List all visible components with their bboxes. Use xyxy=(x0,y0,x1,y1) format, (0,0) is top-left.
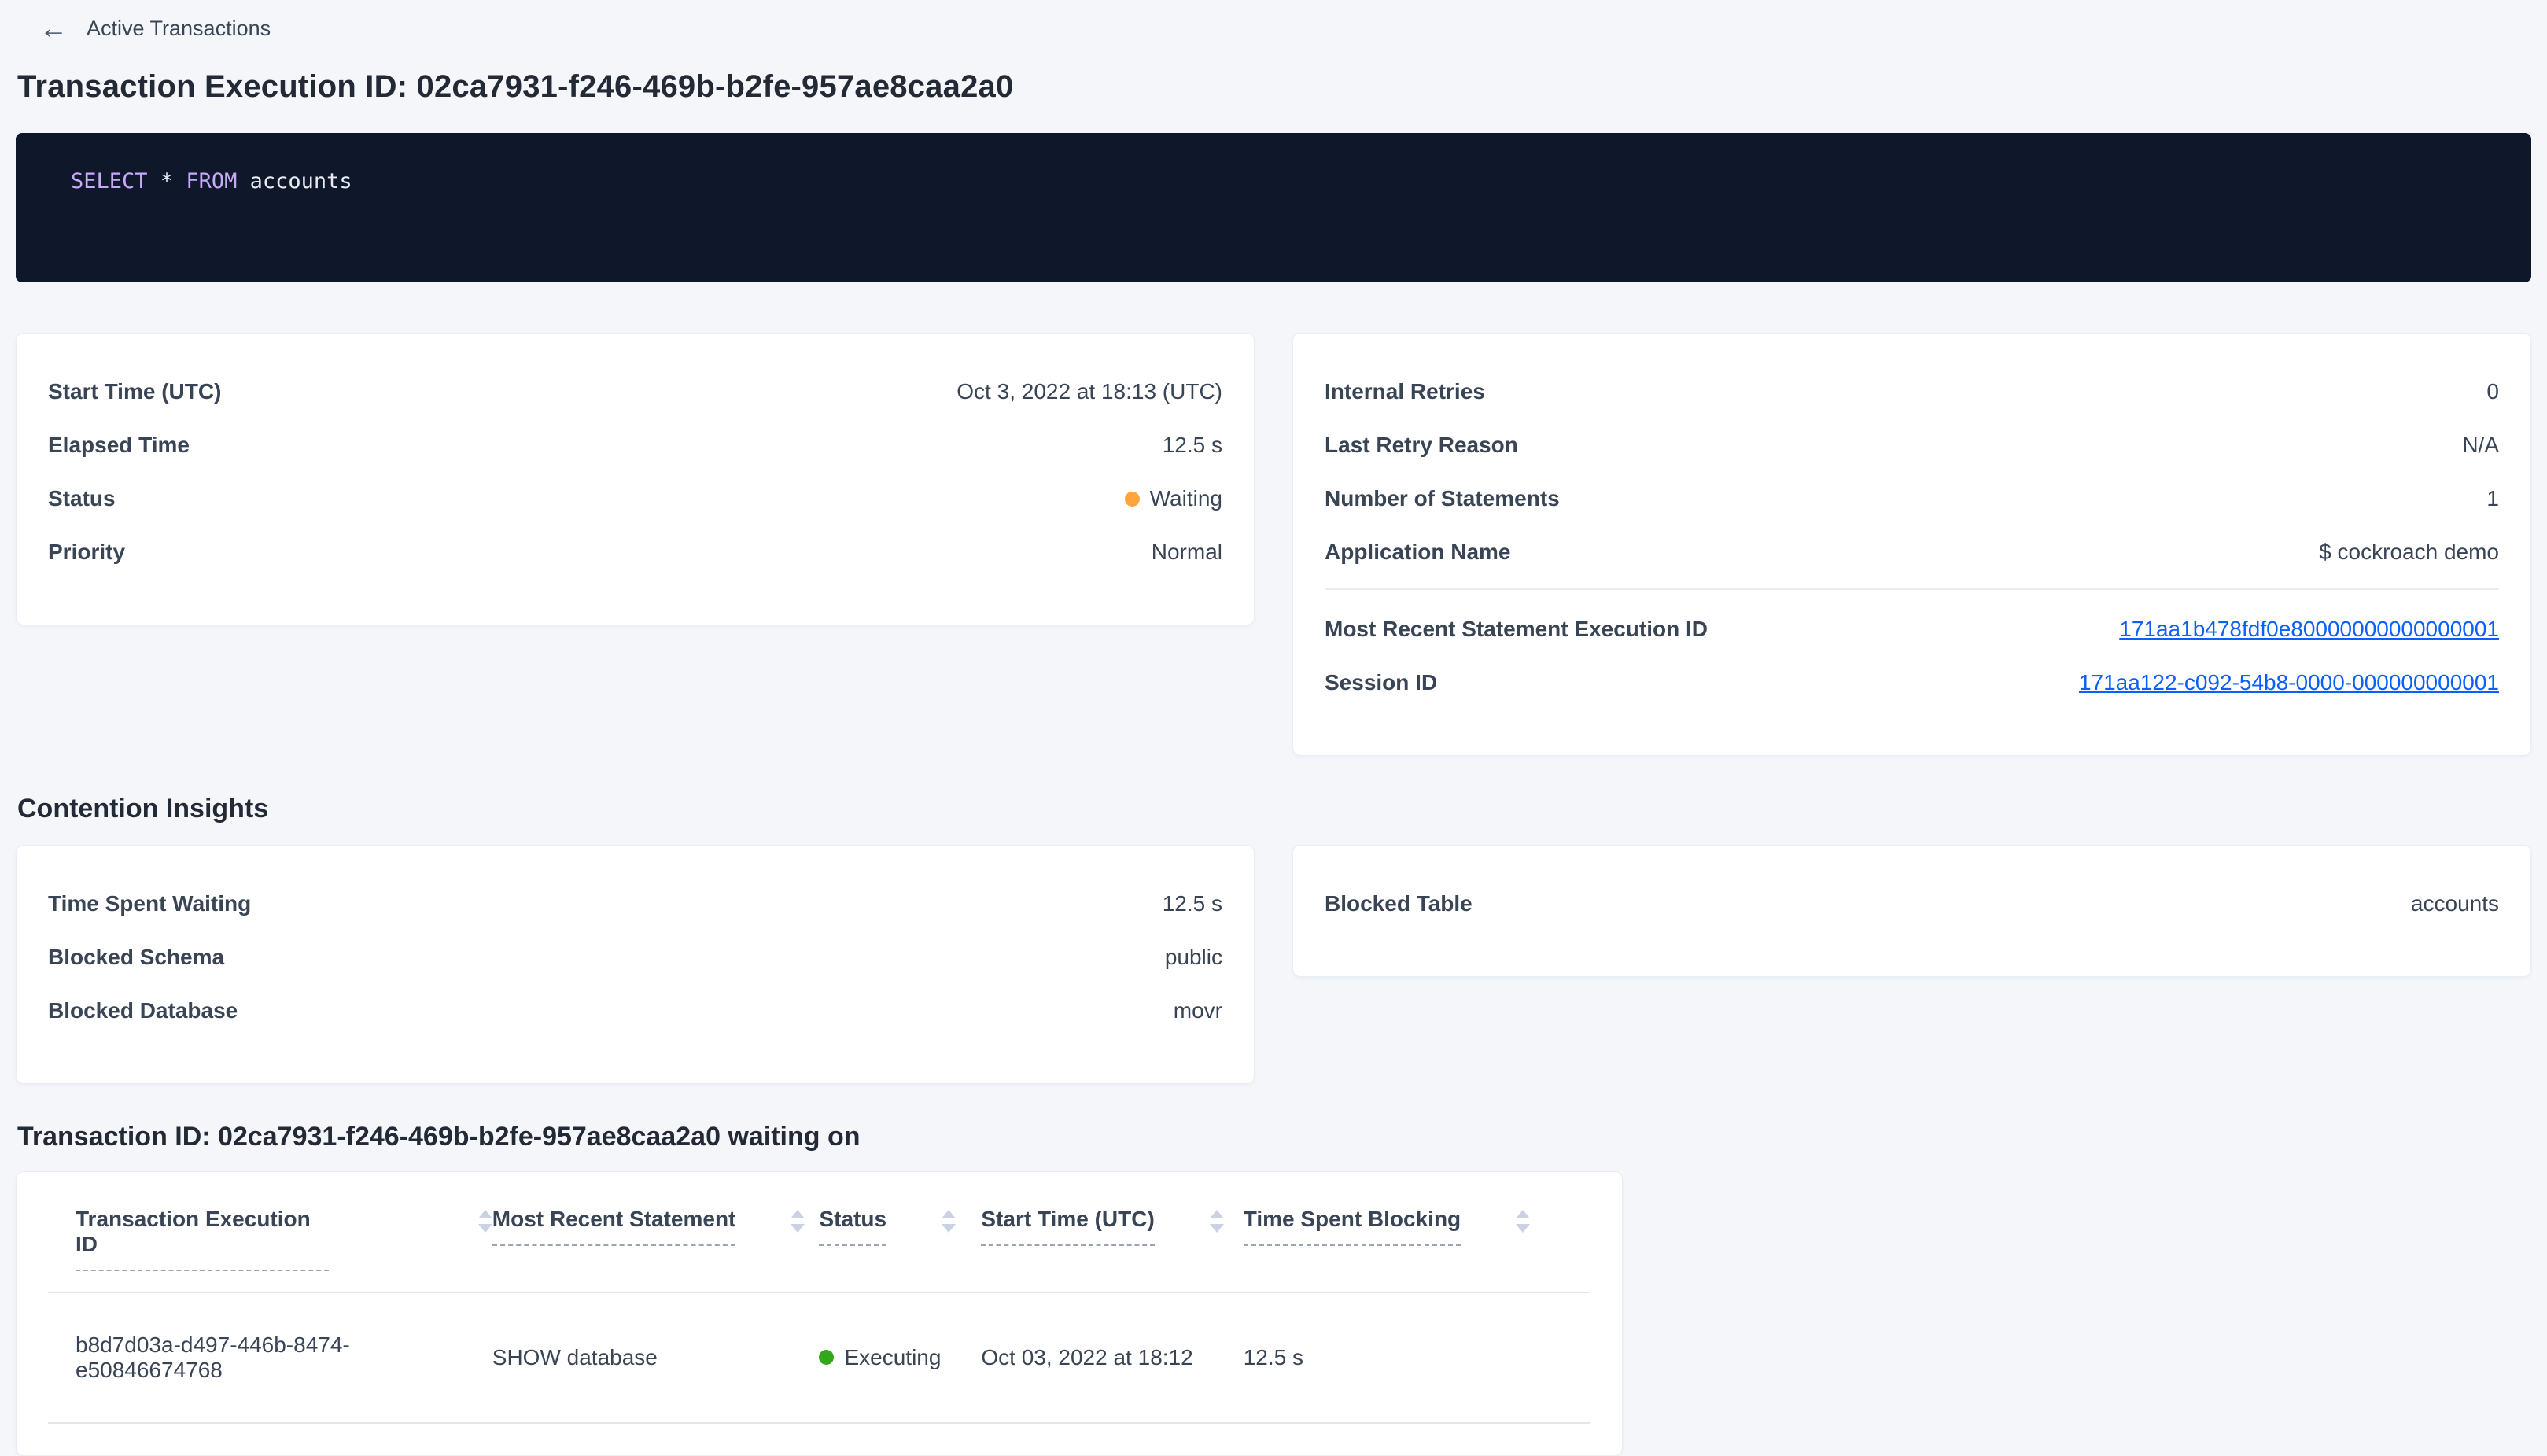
detail-row-status: Status Waiting xyxy=(48,472,1222,525)
detail-value: Normal xyxy=(1152,540,1222,565)
session-id-link[interactable]: 171aa122-c092-54b8-0000-000000000001 xyxy=(2079,670,2499,695)
detail-value: 0 xyxy=(2486,379,2499,404)
detail-label: Start Time (UTC) xyxy=(48,379,221,404)
detail-value: public xyxy=(1165,945,1222,970)
waiting-on-table: Transaction Execution ID Most Recent Sta… xyxy=(48,1172,1590,1424)
sql-statement: SELECT * FROM accounts xyxy=(71,169,2487,194)
detail-label: Number of Statements xyxy=(1325,486,1560,511)
column-header-most-recent-statement[interactable]: Most Recent Statement xyxy=(492,1172,820,1292)
cell-time-spent-blocking: 12.5 s xyxy=(1244,1292,1590,1423)
detail-row-blocked-database: Blocked Database movr xyxy=(48,984,1222,1038)
detail-value: movr xyxy=(1174,998,1222,1023)
waiting-on-table-card: Transaction Execution ID Most Recent Sta… xyxy=(16,1171,1623,1456)
waiting-status-dot-icon xyxy=(1125,492,1140,507)
card-divider xyxy=(1325,588,2499,590)
detail-value: N/A xyxy=(2462,433,2499,458)
sort-icon[interactable] xyxy=(478,1210,492,1233)
detail-label: Priority xyxy=(48,540,125,565)
page-title: Transaction Execution ID: 02ca7931-f246-… xyxy=(17,69,2531,105)
detail-row-blocked-table: Blocked Table accounts xyxy=(1325,877,2499,931)
detail-row-stmt-exec-id: Most Recent Statement Execution ID 171aa… xyxy=(1325,603,2499,656)
detail-label: Most Recent Statement Execution ID xyxy=(1325,617,1708,642)
sort-icon[interactable] xyxy=(791,1210,805,1233)
status-text: Waiting xyxy=(1150,486,1222,511)
detail-label: Session ID xyxy=(1325,670,1437,695)
sql-statement-box: SELECT * FROM accounts xyxy=(16,133,2531,282)
column-label: Most Recent Statement xyxy=(492,1207,736,1246)
detail-value: 12.5 s xyxy=(1163,433,1222,458)
executing-status-dot-icon xyxy=(819,1350,834,1365)
cell-most-recent-statement: SHOW database xyxy=(492,1292,820,1423)
cell-transaction-execution-id: b8d7d03a-d497-446b-8474-e50846674768 xyxy=(48,1292,492,1423)
detail-value: Oct 3, 2022 at 18:13 (UTC) xyxy=(957,379,1222,404)
sql-keyword-select: SELECT xyxy=(71,169,148,194)
breadcrumb-back-label[interactable]: Active Transactions xyxy=(87,17,271,41)
detail-row-elapsed-time: Elapsed Time 12.5 s xyxy=(48,418,1222,472)
column-header-transaction-execution-id[interactable]: Transaction Execution ID xyxy=(48,1172,492,1292)
transaction-details-page: ← Active Transactions Transaction Execut… xyxy=(0,0,2547,1456)
sql-star: * xyxy=(160,169,173,194)
column-header-start-time[interactable]: Start Time (UTC) xyxy=(981,1172,1243,1292)
contention-card-left: Time Spent Waiting 12.5 s Blocked Schema… xyxy=(16,845,1255,1084)
contention-cards: Time Spent Waiting 12.5 s Blocked Schema… xyxy=(16,845,2531,1084)
detail-value: 12.5 s xyxy=(1163,891,1222,916)
detail-row-last-retry-reason: Last Retry Reason N/A xyxy=(1325,418,2499,472)
sort-icon[interactable] xyxy=(1210,1210,1224,1233)
column-header-time-spent-blocking[interactable]: Time Spent Blocking xyxy=(1244,1172,1590,1292)
detail-label: Status xyxy=(48,486,116,511)
status-badge: Waiting xyxy=(1125,486,1222,511)
detail-label: Blocked Table xyxy=(1325,891,1473,916)
detail-label: Elapsed Time xyxy=(48,433,190,458)
status-badge: Executing xyxy=(819,1345,941,1370)
detail-label: Time Spent Waiting xyxy=(48,891,251,916)
detail-row-blocked-schema: Blocked Schema public xyxy=(48,931,1222,984)
detail-value: $ cockroach demo xyxy=(2319,540,2499,565)
overview-card-left: Start Time (UTC) Oct 3, 2022 at 18:13 (U… xyxy=(16,333,1255,625)
detail-row-statement-count: Number of Statements 1 xyxy=(1325,472,2499,525)
detail-label: Last Retry Reason xyxy=(1325,433,1518,458)
detail-row-application-name: Application Name $ cockroach demo xyxy=(1325,525,2499,579)
contention-card-right: Blocked Table accounts xyxy=(1292,845,2531,977)
detail-row-internal-retries: Internal Retries 0 xyxy=(1325,365,2499,418)
breadcrumb-back[interactable]: ← Active Transactions xyxy=(16,8,2531,42)
overview-card-right: Internal Retries 0 Last Retry Reason N/A… xyxy=(1292,333,2531,756)
cell-start-time: Oct 03, 2022 at 18:12 xyxy=(981,1292,1243,1423)
waiting-on-heading: Transaction ID: 02ca7931-f246-469b-b2fe-… xyxy=(17,1122,2531,1152)
detail-label: Internal Retries xyxy=(1325,379,1485,404)
column-label: Start Time (UTC) xyxy=(981,1207,1154,1246)
detail-row-start-time: Start Time (UTC) Oct 3, 2022 at 18:13 (U… xyxy=(48,365,1222,418)
table-row: b8d7d03a-d497-446b-8474-e50846674768 SHO… xyxy=(48,1292,1590,1423)
cell-status: Executing xyxy=(819,1292,981,1423)
column-label: Time Spent Blocking xyxy=(1244,1207,1461,1246)
detail-row-session-id: Session ID 171aa122-c092-54b8-0000-00000… xyxy=(1325,656,2499,710)
table-header-row: Transaction Execution ID Most Recent Sta… xyxy=(48,1172,1590,1292)
contention-insights-heading: Contention Insights xyxy=(17,794,2531,824)
sort-icon[interactable] xyxy=(942,1210,956,1233)
statement-execution-id-link[interactable]: 171aa1b478fdf0e80000000000000001 xyxy=(2119,617,2499,642)
detail-value: 1 xyxy=(2486,486,2499,511)
status-text: Executing xyxy=(844,1345,941,1370)
column-label: Transaction Execution ID xyxy=(76,1207,329,1271)
detail-row-priority: Priority Normal xyxy=(48,525,1222,579)
detail-label: Blocked Schema xyxy=(48,945,224,970)
sort-icon[interactable] xyxy=(1516,1210,1530,1233)
overview-cards: Start Time (UTC) Oct 3, 2022 at 18:13 (U… xyxy=(16,333,2531,756)
column-header-status[interactable]: Status xyxy=(819,1172,981,1292)
column-label: Status xyxy=(819,1207,886,1246)
sql-table-name: accounts xyxy=(250,169,352,194)
sql-keyword-from: FROM xyxy=(186,169,237,194)
detail-label: Application Name xyxy=(1325,540,1510,565)
detail-label: Blocked Database xyxy=(48,998,238,1023)
detail-value: accounts xyxy=(2411,891,2499,916)
detail-row-time-spent-waiting: Time Spent Waiting 12.5 s xyxy=(48,877,1222,931)
back-arrow-icon[interactable]: ← xyxy=(39,14,68,42)
